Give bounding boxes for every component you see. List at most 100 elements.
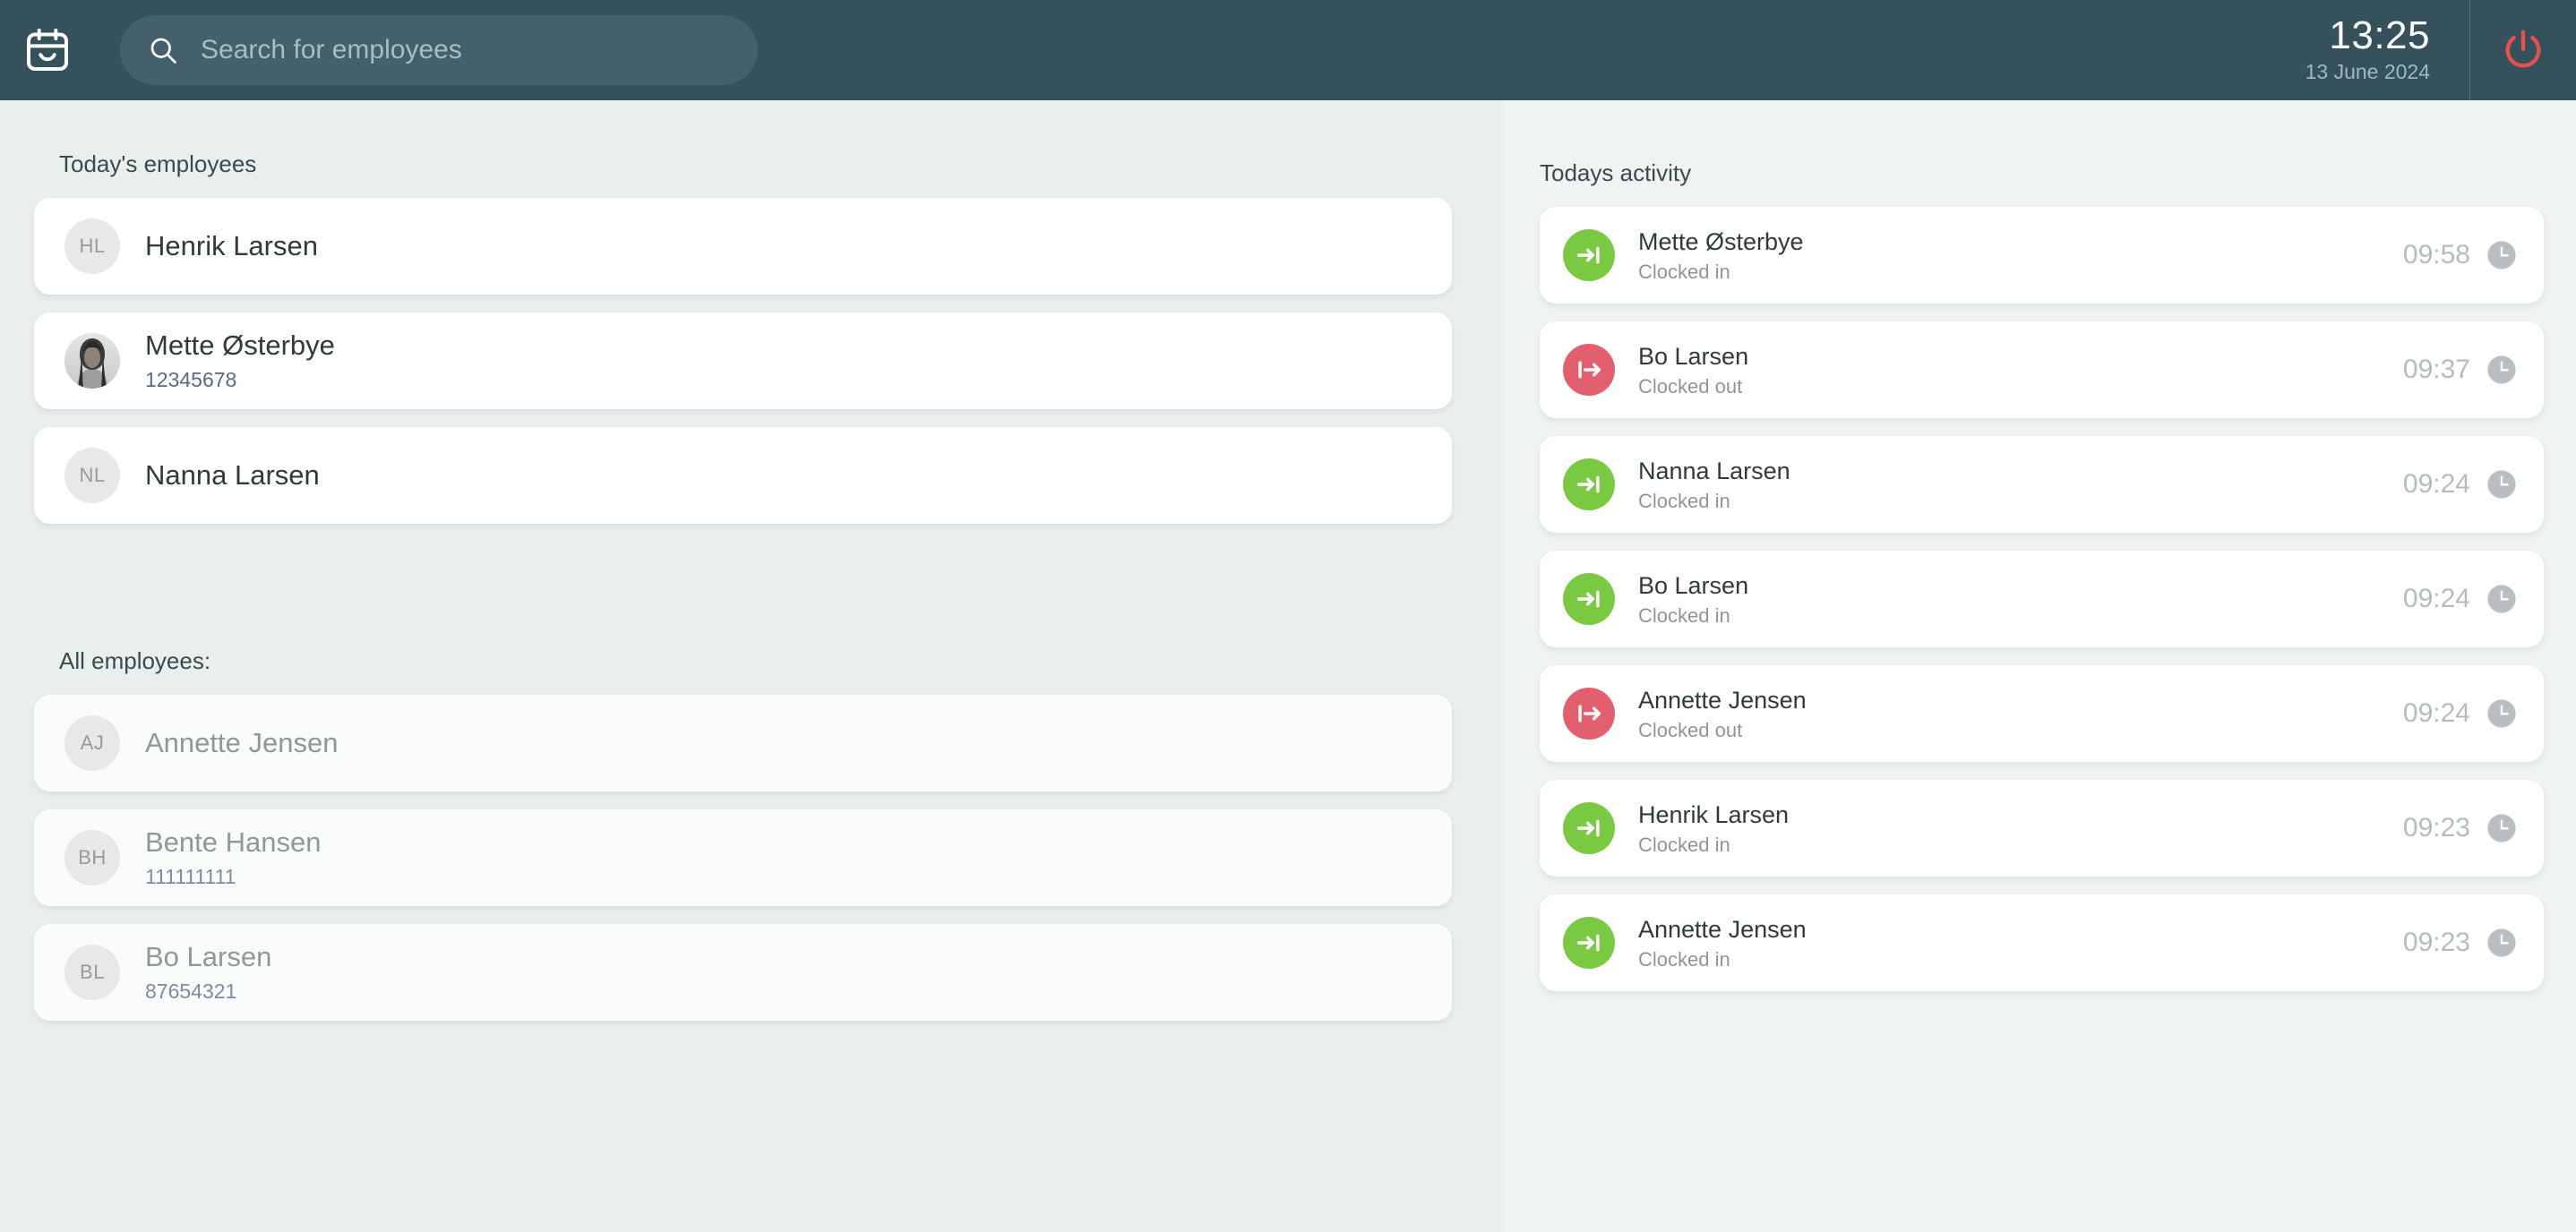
employee-text: Henrik Larsen [145,229,318,263]
activity-time: 09:23 [2403,928,2470,958]
clock-in-icon [1563,802,1615,854]
employee-text: Bo Larsen 87654321 [145,940,271,1005]
activity-row[interactable]: Bo Larsen Clocked in 09:24 [1540,551,2544,647]
clock-icon [2486,355,2517,385]
employee-name: Mette Østerbye [145,329,335,363]
current-time: 13:25 [2329,15,2430,56]
clock-icon [2486,928,2517,958]
employee-card[interactable]: HL Henrik Larsen [34,198,1452,295]
activity-text: Bo Larsen Clocked out [1638,341,2403,399]
employee-phone: 111111111 [145,863,321,890]
activity-text: Nanna Larsen Clocked in [1638,456,2403,514]
avatar-initials: AJ [81,732,105,755]
search-bar[interactable] [120,15,758,85]
employees-panel: Today's employees HL Henrik Larsen [0,100,1502,1232]
all-employees-list: AJ Annette Jensen BH Bente Hansen 111111… [0,695,1502,1021]
activity-employee-name: Henrik Larsen [1638,800,2403,830]
employee-text: Mette Østerbye 12345678 [145,329,335,393]
employee-name: Nanna Larsen [145,458,320,492]
activity-text: Mette Østerbye Clocked in [1638,227,2403,285]
clock-icon [2486,813,2517,843]
employee-name: Annette Jensen [145,726,338,760]
activity-employee-name: Mette Østerbye [1638,227,2403,257]
person-photo-icon [64,333,120,389]
employee-name: Henrik Larsen [145,229,318,263]
employee-text: Nanna Larsen [145,458,320,492]
activity-time: 09:58 [2403,240,2470,270]
header-right-cluster: 13:25 13 June 2024 [2306,0,2576,100]
clock-in-icon [1563,573,1615,625]
activity-row[interactable]: Nanna Larsen Clocked in 09:24 [1540,436,2544,533]
avatar-initials: HL [79,235,105,258]
header-clock: 13:25 13 June 2024 [2306,0,2469,100]
calendar-smile-icon[interactable] [20,22,75,78]
activity-row[interactable]: Annette Jensen Clocked out 09:24 [1540,665,2544,762]
activity-text: Annette Jensen Clocked out [1638,685,2403,743]
employee-card[interactable]: AJ Annette Jensen [34,695,1452,791]
clock-in-icon [1563,458,1615,510]
activity-status: Clocked out [1638,718,2403,743]
employee-phone: 87654321 [145,978,271,1005]
employee-card[interactable]: BH Bente Hansen 111111111 [34,809,1452,906]
activity-panel: Todays activity Mette Østerbye Clocked i… [1502,100,2576,1232]
todays-activity-title: Todays activity [1502,100,2576,187]
employee-name: Bente Hansen [145,826,321,860]
all-employees-title: All employees: [0,597,1502,675]
activity-employee-name: Nanna Larsen [1638,456,2403,486]
clock-icon [2486,240,2517,270]
activity-time: 09:24 [2403,584,2470,614]
power-button[interactable] [2470,0,2576,100]
activity-status: Clocked in [1638,833,2403,858]
activity-employee-name: Annette Jensen [1638,685,2403,715]
activity-status: Clocked in [1638,489,2403,514]
activity-employee-name: Annette Jensen [1638,914,2403,945]
main-content: Today's employees HL Henrik Larsen [0,100,2576,1232]
activity-time: 09:24 [2403,469,2470,500]
search-icon [145,32,181,68]
activity-time: 09:24 [2403,698,2470,729]
activity-status: Clocked in [1638,260,2403,285]
avatar-photo [64,333,120,389]
clock-in-icon [1563,229,1615,281]
activity-text: Bo Larsen Clocked in [1638,570,2403,629]
employee-text: Bente Hansen 111111111 [145,826,321,890]
employee-card[interactable]: Mette Østerbye 12345678 [34,312,1452,409]
clock-out-icon [1563,344,1615,396]
avatar: HL [64,218,120,274]
todays-employees-list: HL Henrik Larsen [0,198,1502,524]
avatar: BH [64,830,120,886]
activity-text: Annette Jensen Clocked in [1638,914,2403,972]
avatar-initials: BL [80,961,105,984]
employee-card[interactable]: BL Bo Larsen 87654321 [34,924,1452,1021]
activity-row[interactable]: Annette Jensen Clocked in 09:23 [1540,894,2544,991]
clock-icon [2486,698,2517,729]
activity-list: Mette Østerbye Clocked in 09:58 [1502,207,2576,991]
activity-text: Henrik Larsen Clocked in [1638,800,2403,858]
activity-status: Clocked in [1638,947,2403,972]
avatar: NL [64,448,120,503]
clock-in-icon [1563,917,1615,969]
avatar: AJ [64,715,120,771]
avatar-initials: BH [78,846,107,869]
activity-row[interactable]: Bo Larsen Clocked out 09:37 [1540,321,2544,418]
search-input[interactable] [201,35,733,65]
app-header: 13:25 13 June 2024 [0,0,2576,100]
power-icon [2500,27,2546,73]
employee-phone: 12345678 [145,366,335,393]
todays-employees-title: Today's employees [0,100,1502,178]
employee-card[interactable]: NL Nanna Larsen [34,427,1452,524]
avatar: BL [64,945,120,1000]
activity-time: 09:23 [2403,813,2470,843]
employee-name: Bo Larsen [145,940,271,974]
clock-out-icon [1563,688,1615,740]
employee-text: Annette Jensen [145,726,338,760]
activity-employee-name: Bo Larsen [1638,341,2403,372]
activity-row[interactable]: Henrik Larsen Clocked in 09:23 [1540,780,2544,877]
current-date: 13 June 2024 [2306,58,2430,85]
activity-status: Clocked out [1638,374,2403,399]
activity-time: 09:37 [2403,355,2470,385]
activity-row[interactable]: Mette Østerbye Clocked in 09:58 [1540,207,2544,304]
activity-status: Clocked in [1638,603,2403,629]
activity-employee-name: Bo Larsen [1638,570,2403,601]
clock-icon [2486,584,2517,614]
